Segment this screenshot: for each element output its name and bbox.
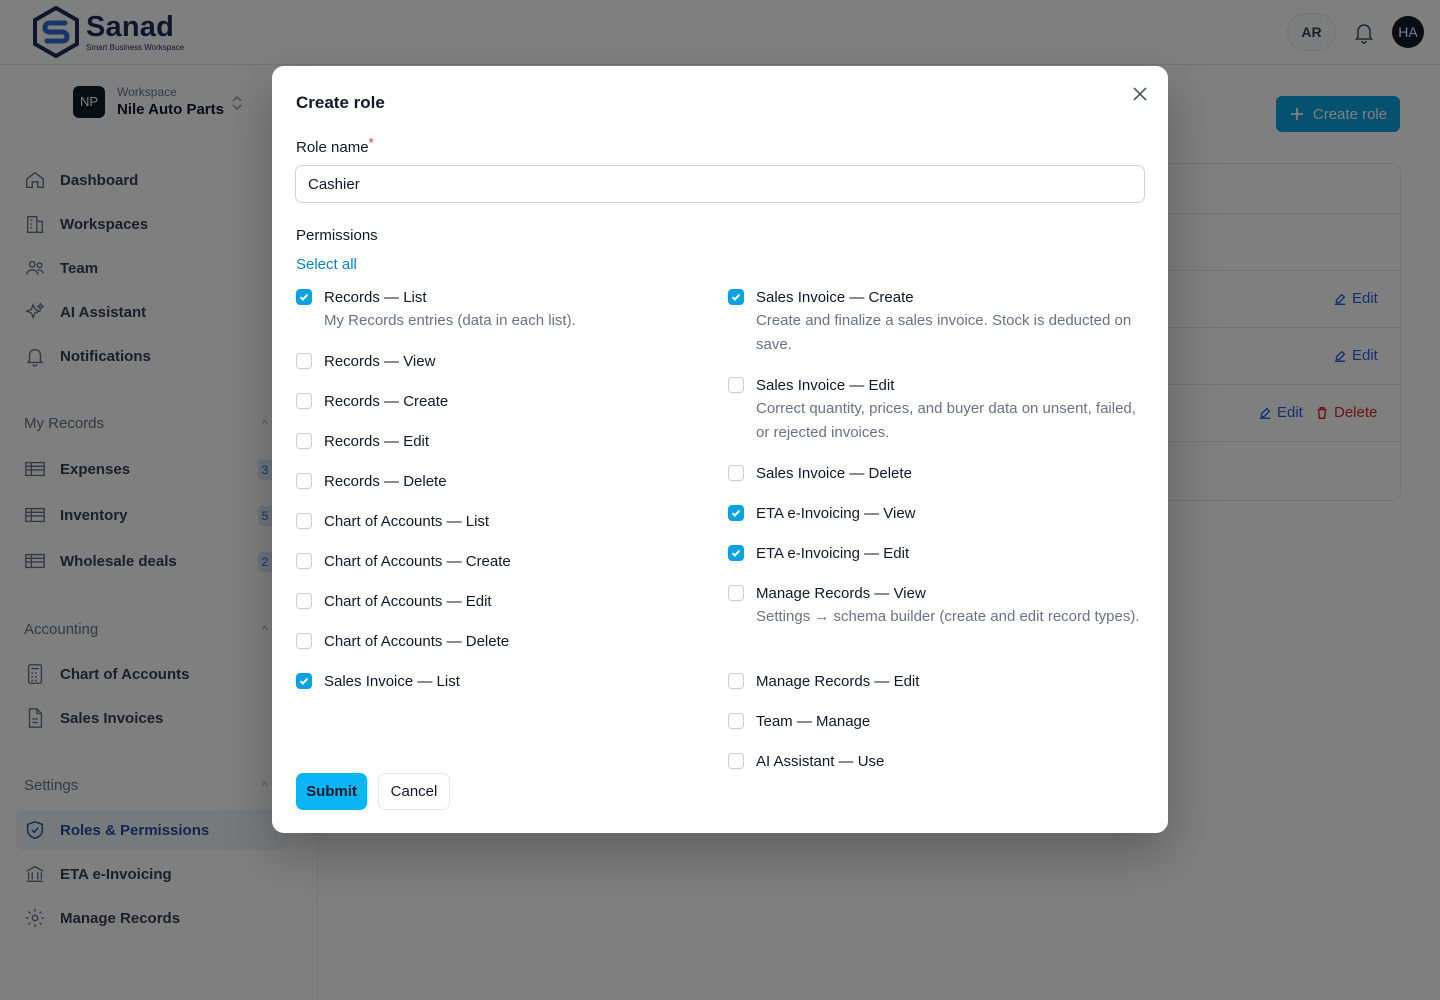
- permission-name[interactable]: Chart of Accounts — Edit: [324, 593, 492, 610]
- permission-checkbox[interactable]: [296, 289, 312, 305]
- submit-button[interactable]: Submit: [296, 773, 367, 810]
- permission-item-eta-e-invoicing-view: ETA e-Invoicing — View: [728, 502, 1148, 524]
- permission-name[interactable]: ETA e-Invoicing — View: [756, 505, 916, 522]
- checkmark-icon: [731, 509, 741, 517]
- permission-row[interactable]: ETA e-Invoicing — Edit: [728, 542, 1148, 564]
- dialog-title: Create role: [296, 93, 385, 112]
- permission-description: Settings → schema builder (create and ed…: [756, 608, 1140, 625]
- permission-name[interactable]: Records — List: [324, 289, 427, 306]
- permission-row[interactable]: AI Assistant — Use: [728, 750, 1148, 772]
- permission-checkbox[interactable]: [296, 553, 312, 569]
- permission-name[interactable]: Sales Invoice — Create: [756, 289, 914, 306]
- permission-item-sales-invoice-delete: Sales Invoice — Delete: [728, 462, 1148, 484]
- permission-item-eta-e-invoicing-edit: ETA e-Invoicing — Edit: [728, 542, 1148, 564]
- permission-checkbox[interactable]: [728, 377, 744, 393]
- permission-checkbox[interactable]: [728, 713, 744, 729]
- permission-row[interactable]: Manage Records — Edit: [728, 670, 1148, 692]
- permissions-label: Permissions: [296, 227, 378, 244]
- permission-checkbox[interactable]: [296, 633, 312, 649]
- select-all-link[interactable]: Select all: [296, 256, 357, 273]
- permission-row[interactable]: Records — Create: [296, 390, 716, 412]
- permission-checkbox[interactable]: [728, 505, 744, 521]
- role-name-label-text: Role name: [296, 139, 369, 156]
- permission-row[interactable]: Chart of Accounts — List: [296, 510, 716, 532]
- permission-name[interactable]: Records — Delete: [324, 473, 447, 490]
- permission-row[interactable]: Sales Invoice — List: [296, 670, 716, 692]
- permission-item-sales-invoice-list: Sales Invoice — List: [296, 670, 716, 692]
- permission-row[interactable]: Chart of Accounts — Edit: [296, 590, 716, 612]
- permission-name[interactable]: Chart of Accounts — Delete: [324, 633, 509, 650]
- permission-row[interactable]: Chart of Accounts — Delete: [296, 630, 716, 652]
- create-role-dialog: Create role Role name* Permissions Selec…: [272, 66, 1168, 833]
- permission-row[interactable]: ETA e-Invoicing — View: [728, 502, 1148, 524]
- permission-checkbox[interactable]: [728, 289, 744, 305]
- permission-name[interactable]: Sales Invoice — Delete: [756, 465, 912, 482]
- permission-item-manage-records-edit: Manage Records — Edit: [728, 670, 1148, 692]
- required-mark: *: [368, 135, 374, 150]
- permission-row[interactable]: Records — View: [296, 350, 716, 372]
- permission-name[interactable]: Records — View: [324, 353, 435, 370]
- permission-checkbox[interactable]: [296, 593, 312, 609]
- permission-item-chart-of-accounts-delete: Chart of Accounts — Delete: [296, 630, 716, 652]
- permission-checkbox[interactable]: [296, 393, 312, 409]
- permission-description: Correct quantity, prices, and buyer data…: [756, 400, 1136, 441]
- checkmark-icon: [731, 293, 741, 301]
- permission-item-records-create: Records — Create: [296, 390, 716, 412]
- permission-name[interactable]: Chart of Accounts — List: [324, 513, 489, 530]
- permission-checkbox[interactable]: [296, 673, 312, 689]
- checkmark-icon: [731, 549, 741, 557]
- permission-item-chart-of-accounts-edit: Chart of Accounts — Edit: [296, 590, 716, 612]
- permission-name[interactable]: Team — Manage: [756, 713, 870, 730]
- permission-row[interactable]: Sales Invoice — Delete: [728, 462, 1148, 484]
- role-name-input[interactable]: [295, 165, 1145, 203]
- permission-name[interactable]: Sales Invoice — Edit: [756, 377, 894, 394]
- permission-item-records-delete: Records — Delete: [296, 470, 716, 492]
- permission-name[interactable]: Chart of Accounts — Create: [324, 553, 511, 570]
- permission-item-sales-invoice-create: Sales Invoice — Create Create and finaliz…: [728, 286, 1148, 357]
- permission-name[interactable]: Manage Records — Edit: [756, 673, 919, 690]
- permission-name[interactable]: Manage Records — View: [756, 585, 926, 602]
- permission-checkbox[interactable]: [728, 673, 744, 689]
- permission-row[interactable]: Manage Records — View: [728, 582, 1148, 604]
- permission-item-records-list: Records — List My Records entries (data i…: [296, 286, 716, 333]
- permission-checkbox[interactable]: [296, 473, 312, 489]
- permission-item-sales-invoice-edit: Sales Invoice — Edit Correct quantity, pr…: [728, 374, 1148, 445]
- checkmark-icon: [299, 677, 309, 685]
- permission-checkbox[interactable]: [296, 513, 312, 529]
- permission-item-manage-records-view: Manage Records — View Settings → schema b…: [728, 582, 1148, 629]
- cancel-button[interactable]: Cancel: [378, 773, 450, 810]
- permission-row[interactable]: Sales Invoice — Create: [728, 286, 1148, 308]
- permission-checkbox[interactable]: [728, 545, 744, 561]
- permission-item-records-view: Records — View: [296, 350, 716, 372]
- permission-item-chart-of-accounts-create: Chart of Accounts — Create: [296, 550, 716, 572]
- permission-item-ai-assistant-use: AI Assistant — Use: [728, 750, 1148, 772]
- permission-name[interactable]: ETA e-Invoicing — Edit: [756, 545, 909, 562]
- permission-item-team-manage: Team — Manage: [728, 710, 1148, 732]
- permission-name[interactable]: Sales Invoice — List: [324, 673, 460, 690]
- permission-row[interactable]: Chart of Accounts — Create: [296, 550, 716, 572]
- permission-row[interactable]: Records — Delete: [296, 470, 716, 492]
- permission-checkbox[interactable]: [296, 353, 312, 369]
- close-icon[interactable]: [1130, 84, 1150, 104]
- permission-row[interactable]: Records — Edit: [296, 430, 716, 452]
- permission-row[interactable]: Sales Invoice — Edit: [728, 374, 1148, 396]
- permission-checkbox[interactable]: [728, 753, 744, 769]
- role-name-label: Role name*: [296, 135, 374, 156]
- permission-description: My Records entries (data in each list).: [324, 312, 576, 329]
- permission-row[interactable]: Team — Manage: [728, 710, 1148, 732]
- permission-checkbox[interactable]: [296, 433, 312, 449]
- permission-row[interactable]: Records — List: [296, 286, 716, 308]
- permission-name[interactable]: Records — Edit: [324, 433, 429, 450]
- permission-checkbox[interactable]: [728, 585, 744, 601]
- permission-description: Create and finalize a sales invoice. Sto…: [756, 312, 1132, 353]
- permission-item-records-edit: Records — Edit: [296, 430, 716, 452]
- permission-name[interactable]: Records — Create: [324, 393, 448, 410]
- permission-name[interactable]: AI Assistant — Use: [756, 753, 884, 770]
- checkmark-icon: [299, 293, 309, 301]
- permission-checkbox[interactable]: [728, 465, 744, 481]
- permission-item-chart-of-accounts-list: Chart of Accounts — List: [296, 510, 716, 532]
